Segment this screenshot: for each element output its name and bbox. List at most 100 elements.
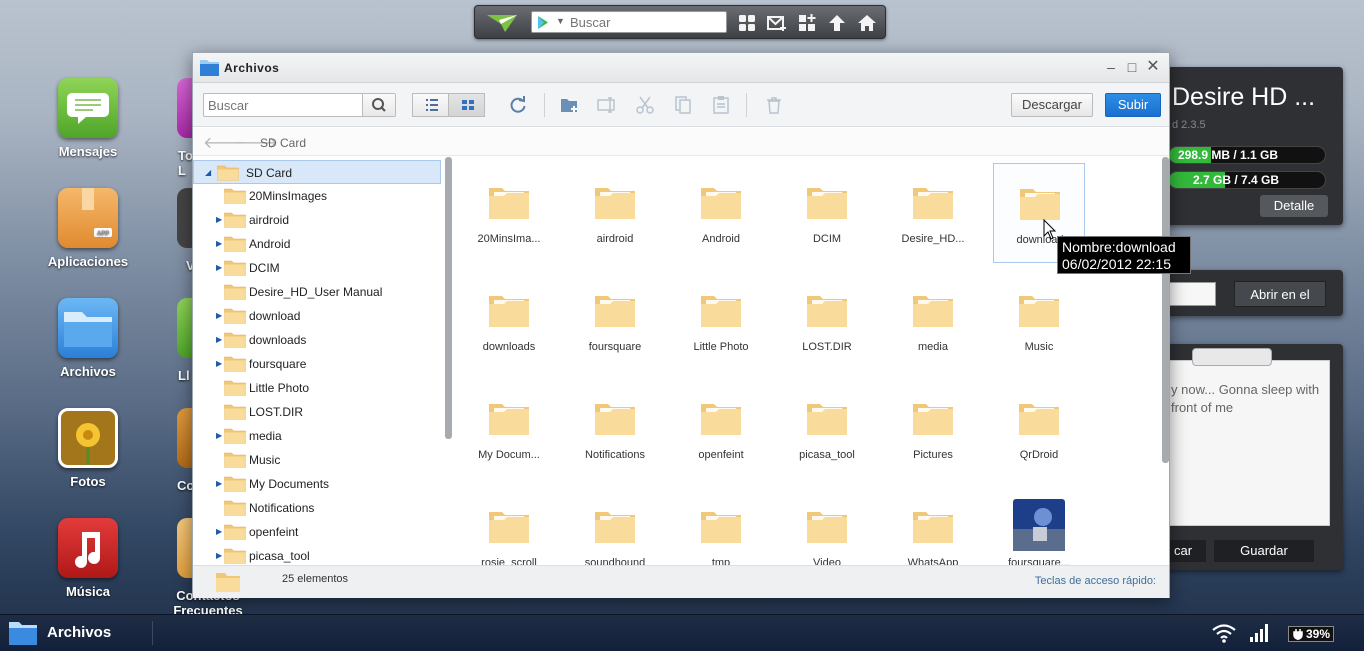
- list-view-toggle[interactable]: [412, 93, 449, 117]
- grid-item-folder[interactable]: Video: [781, 487, 873, 565]
- tree-item[interactable]: Music: [193, 448, 441, 472]
- tree-item-label: Notifications: [249, 501, 315, 515]
- partial-app-icon[interactable]: [177, 408, 193, 468]
- grid-item-folder[interactable]: rosie_scroll: [463, 487, 555, 565]
- grid-item-folder[interactable]: QrDroid: [993, 379, 1085, 479]
- grid-item-folder[interactable]: Desire_HD...: [887, 163, 979, 263]
- keyboard-shortcuts-link[interactable]: Teclas de acceso rápido:: [1035, 575, 1156, 587]
- grid-item-folder[interactable]: WhatsApp: [887, 487, 979, 565]
- tree-item[interactable]: ▶ My Documents: [193, 472, 441, 496]
- grid-item-folder[interactable]: downloads: [463, 271, 555, 371]
- grid-item-folder[interactable]: media: [887, 271, 979, 371]
- upload-button[interactable]: Subir: [1105, 93, 1161, 117]
- trash-icon[interactable]: [764, 95, 784, 115]
- collapsed-triangle-icon[interactable]: ▶: [216, 527, 222, 536]
- desktop-icon-files[interactable]: Archivos: [38, 298, 138, 379]
- tree-item[interactable]: ▶ picasa_tool: [193, 544, 441, 565]
- grid-item-folder[interactable]: LOST.DIR: [781, 271, 873, 371]
- tree-item-sd-card[interactable]: ◢ SD Card: [193, 160, 441, 184]
- collapsed-triangle-icon[interactable]: ▶: [216, 239, 222, 248]
- desktop-icon-messages[interactable]: Mensajes: [38, 78, 138, 159]
- desktop-icon-apps[interactable]: APP Aplicaciones: [38, 188, 138, 269]
- grid-item-folder[interactable]: picasa_tool: [781, 379, 873, 479]
- contacts-icon[interactable]: [177, 518, 193, 578]
- tree-item[interactable]: ▶ downloads: [193, 328, 441, 352]
- partial-app-icon[interactable]: [177, 78, 193, 138]
- new-folder-icon[interactable]: [560, 95, 580, 115]
- search-button[interactable]: [362, 94, 395, 116]
- breadcrumb[interactable]: SD Card: [260, 136, 306, 150]
- home-icon[interactable]: [857, 13, 877, 33]
- minimize-button[interactable]: –: [1103, 59, 1119, 75]
- rename-icon[interactable]: [597, 95, 617, 115]
- partial-label-text: To L: [178, 148, 193, 178]
- cut-icon[interactable]: [635, 95, 655, 115]
- grid-item-folder[interactable]: airdroid: [569, 163, 661, 263]
- mail-icon[interactable]: [767, 13, 787, 33]
- open-in-button[interactable]: Abrir en el: [1234, 281, 1326, 307]
- save-button[interactable]: Guardar: [1214, 540, 1314, 562]
- grid-item-folder[interactable]: foursquare: [569, 271, 661, 371]
- grid-item-folder[interactable]: tmp: [675, 487, 767, 565]
- tree-item[interactable]: Little Photo: [193, 376, 441, 400]
- upload-icon[interactable]: [827, 13, 847, 33]
- expanded-triangle-icon[interactable]: ◢: [205, 168, 211, 177]
- folder-icon[interactable]: [8, 620, 38, 646]
- close-button[interactable]: ✕: [1145, 59, 1161, 75]
- note-paper[interactable]: y now... Gonna sleep with front of me: [1160, 360, 1330, 526]
- grid-item-folder[interactable]: DCIM: [781, 163, 873, 263]
- tree-scrollbar[interactable]: [445, 157, 452, 439]
- collapsed-triangle-icon[interactable]: ▶: [216, 431, 222, 440]
- item-count: 25 elementos: [282, 573, 349, 585]
- grid-item-folder[interactable]: Android: [675, 163, 767, 263]
- grid-item-folder[interactable]: Pictures: [887, 379, 979, 479]
- collapsed-triangle-icon[interactable]: ▶: [216, 335, 222, 344]
- partial-app-icon[interactable]: [177, 188, 193, 248]
- grid-item-folder[interactable]: Music: [993, 271, 1085, 371]
- grid-view-toggle[interactable]: [448, 93, 485, 117]
- grid-item-image[interactable]: foursquare...: [993, 487, 1085, 565]
- airdroid-logo[interactable]: [485, 12, 519, 34]
- grid-item-folder[interactable]: My Docum...: [463, 379, 555, 479]
- tree-item[interactable]: 20MinsImages: [193, 184, 441, 208]
- grid-item-folder[interactable]: openfeint: [675, 379, 767, 479]
- maximize-button[interactable]: □: [1124, 59, 1140, 75]
- grid-scrollbar[interactable]: [1162, 157, 1169, 463]
- grid-item-folder[interactable]: 20MinsIma...: [463, 163, 555, 263]
- tree-item[interactable]: ▶ Android: [193, 232, 441, 256]
- search-input[interactable]: [208, 97, 358, 113]
- collapsed-triangle-icon[interactable]: ▶: [216, 311, 222, 320]
- app-search-input[interactable]: [570, 14, 720, 30]
- collapsed-triangle-icon[interactable]: ▶: [216, 359, 222, 368]
- download-button[interactable]: Descargar: [1011, 93, 1093, 117]
- grid-item-folder[interactable]: Notifications: [569, 379, 661, 479]
- tree-item[interactable]: ▶ media: [193, 424, 441, 448]
- tree-item[interactable]: ▶ airdroid: [193, 208, 441, 232]
- refresh-icon[interactable]: [508, 95, 528, 115]
- partial-app-icon[interactable]: [177, 298, 193, 358]
- grid-item-folder[interactable]: soundhound: [569, 487, 661, 565]
- chevron-down-icon[interactable]: ▼: [556, 16, 565, 26]
- tree-item[interactable]: ▶ download: [193, 304, 441, 328]
- active-app-name[interactable]: Archivos: [47, 624, 111, 641]
- collapsed-triangle-icon[interactable]: ▶: [216, 215, 222, 224]
- tree-item[interactable]: ▶ DCIM: [193, 256, 441, 280]
- desktop-icon-music[interactable]: Música: [38, 518, 138, 599]
- add-app-icon[interactable]: [797, 13, 817, 33]
- window-titlebar[interactable]: Archivos – □ ✕: [193, 53, 1169, 83]
- collapsed-triangle-icon[interactable]: ▶: [216, 551, 222, 560]
- tree-item[interactable]: Desire_HD_User Manual: [193, 280, 441, 304]
- copy-icon[interactable]: [673, 95, 693, 115]
- detail-button[interactable]: Detalle: [1260, 195, 1328, 217]
- paste-icon[interactable]: [711, 95, 731, 115]
- desktop-icon-photos[interactable]: Fotos: [38, 408, 138, 489]
- apps-grid-icon[interactable]: [737, 13, 757, 33]
- tree-item[interactable]: ▶ openfeint: [193, 520, 441, 544]
- collapsed-triangle-icon[interactable]: ▶: [216, 263, 222, 272]
- tree-item[interactable]: ▶ foursquare: [193, 352, 441, 376]
- collapsed-triangle-icon[interactable]: ▶: [216, 479, 222, 488]
- tree-item[interactable]: LOST.DIR: [193, 400, 441, 424]
- tree-item[interactable]: Notifications: [193, 496, 441, 520]
- grid-item-folder[interactable]: Little Photo: [675, 271, 767, 371]
- app-store-search[interactable]: ▼: [531, 11, 727, 33]
